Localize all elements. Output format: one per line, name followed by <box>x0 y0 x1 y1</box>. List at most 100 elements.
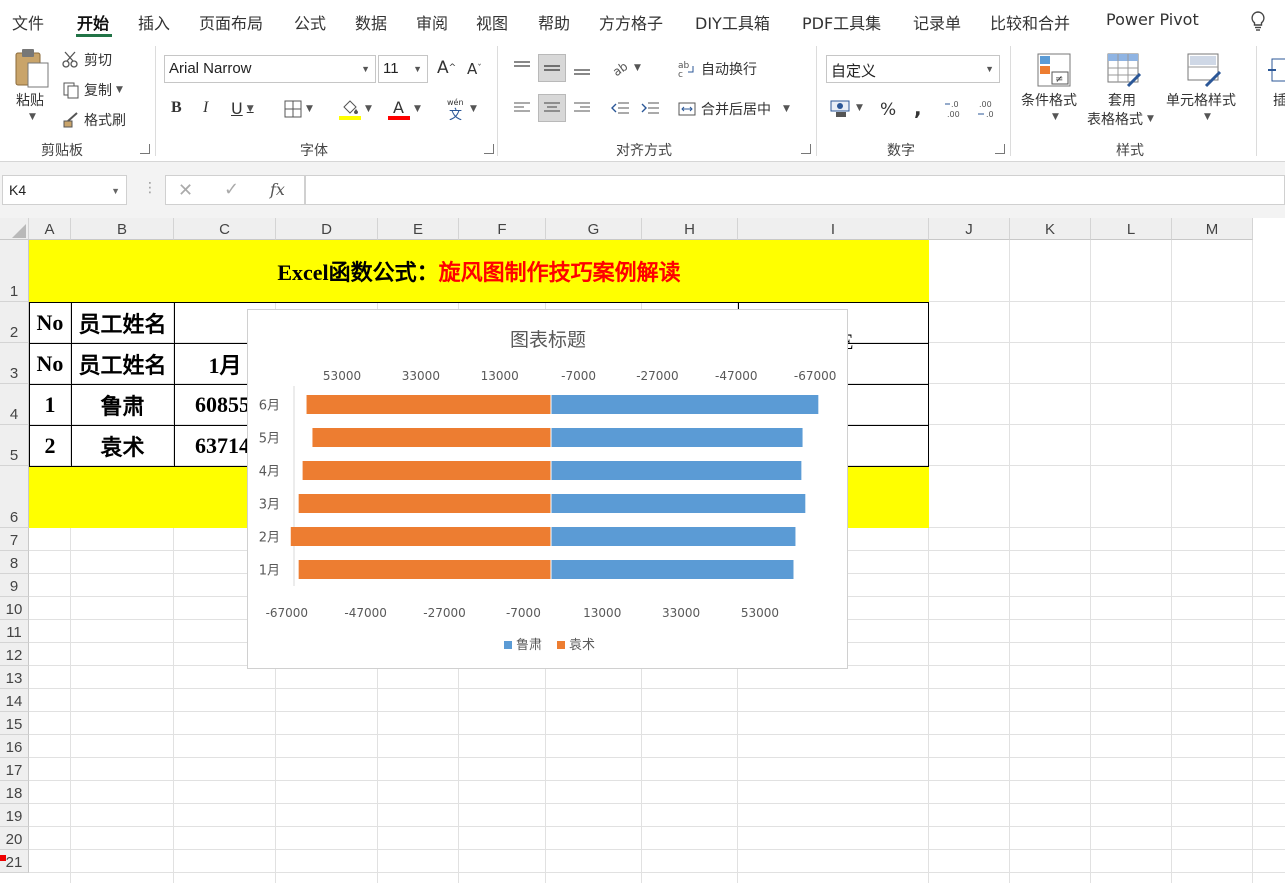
select-all-corner[interactable] <box>0 218 29 240</box>
row-header-14[interactable]: 14 <box>0 689 29 712</box>
number-format-select[interactable]: 自定义 ▼ <box>826 55 1000 83</box>
bar-series1-1[interactable] <box>551 560 794 579</box>
copy-button[interactable]: 复制 ▼ <box>62 80 123 100</box>
conditional-format-icon[interactable]: ≠ <box>1034 50 1074 90</box>
bar-series1-3[interactable] <box>551 494 806 513</box>
number-launcher-icon[interactable] <box>995 144 1005 154</box>
column-header-l[interactable]: L <box>1091 218 1172 240</box>
increase-indent-icon[interactable] <box>636 94 664 122</box>
column-header-i[interactable]: I <box>738 218 929 240</box>
tab-record-form[interactable]: 记录单 <box>913 10 961 34</box>
tab-data[interactable]: 数据 <box>355 10 387 34</box>
row-header-13[interactable]: 13 <box>0 666 29 689</box>
row-header-15[interactable]: 15 <box>0 712 29 735</box>
tab-fangfang[interactable]: 方方格子 <box>599 10 663 34</box>
percent-button[interactable]: % <box>880 100 896 120</box>
bar-series1-4[interactable] <box>551 461 802 480</box>
comma-style-button[interactable]: , <box>914 96 922 120</box>
align-left-icon[interactable] <box>508 94 536 122</box>
tornado-chart[interactable]: 图表标题 53000 33000 13000 -7000 -27000 -47000 -67… <box>247 309 848 669</box>
chevron-down-icon[interactable]: ▼ <box>1204 112 1211 122</box>
cell-a3[interactable]: No <box>29 343 71 384</box>
column-header-d[interactable]: D <box>276 218 378 240</box>
font-size-select[interactable]: 11 ▼ <box>378 55 428 83</box>
conditional-format-button[interactable]: 条件格式 <box>1021 90 1077 110</box>
row-header-12[interactable]: 12 <box>0 643 29 666</box>
cell-b5[interactable]: 袁术 <box>71 425 174 466</box>
font-family-select[interactable]: Arial Narrow ▼ <box>164 55 376 83</box>
decrease-decimal-button[interactable]: .00.0 <box>977 98 999 120</box>
cell-b3[interactable]: 员工姓名 <box>71 343 174 384</box>
tab-formulas[interactable]: 公式 <box>294 10 326 34</box>
bar-series2-2[interactable] <box>290 527 551 546</box>
alignment-launcher-icon[interactable] <box>801 144 811 154</box>
insert-function-icon[interactable]: fx <box>270 180 285 199</box>
column-header-g[interactable]: G <box>546 218 642 240</box>
row-header-19[interactable]: 19 <box>0 804 29 827</box>
column-header-j[interactable]: J <box>929 218 1010 240</box>
legend-label[interactable]: 袁术 <box>569 638 595 653</box>
increase-decimal-button[interactable]: .0.00 <box>945 98 967 120</box>
cancel-icon[interactable]: ✕ <box>178 180 193 201</box>
bar-series1-6[interactable] <box>551 395 819 414</box>
shrink-font-button[interactable]: Aˇ <box>467 60 482 78</box>
tab-review[interactable]: 审阅 <box>416 10 448 34</box>
bold-button[interactable]: B <box>171 99 182 117</box>
align-top-icon[interactable] <box>508 54 536 82</box>
cell-a4[interactable]: 1 <box>29 384 71 425</box>
copy-chevron-down-icon[interactable]: ▼ <box>116 85 123 95</box>
cut-button[interactable]: 剪切 <box>62 50 112 70</box>
check-icon[interactable]: ✓ <box>224 179 239 200</box>
format-as-table-button-line2[interactable]: 表格格式 ▼ <box>1087 109 1154 129</box>
bar-series2-3[interactable] <box>298 494 551 513</box>
align-middle-icon[interactable] <box>538 54 566 82</box>
chevron-down-icon[interactable]: ▼ <box>1052 112 1059 122</box>
bar-series2-1[interactable] <box>298 560 551 579</box>
merge-center-button[interactable]: 合并后居中 ▼ <box>678 99 790 119</box>
tab-pdf-tools[interactable]: PDF工具集 <box>802 10 881 34</box>
cell-styles-button[interactable]: 单元格样式 <box>1166 90 1236 110</box>
bar-series1-5[interactable] <box>551 428 803 447</box>
insert-cells-icon[interactable] <box>1268 52 1285 88</box>
bar-series2-4[interactable] <box>302 461 551 480</box>
cell-i2[interactable]: E <box>840 322 900 362</box>
row-header-20[interactable]: 20 <box>0 827 29 850</box>
row-header-6[interactable]: 6 <box>0 466 29 528</box>
font-launcher-icon[interactable] <box>484 144 494 154</box>
paste-button[interactable]: 粘贴 <box>16 90 44 110</box>
cell-a5[interactable]: 2 <box>29 425 71 466</box>
tab-file[interactable]: 文件 <box>12 10 44 34</box>
sheet-title-cell[interactable]: Excel函数公式： 旋风图制作技巧案例解读 <box>29 240 929 302</box>
fill-color-button[interactable]: ▼ <box>339 97 372 121</box>
tab-view[interactable]: 视图 <box>476 10 508 34</box>
row-header-4[interactable]: 4 <box>0 384 29 425</box>
format-as-table-button[interactable]: 套用 <box>1108 90 1136 110</box>
tab-diy-toolbox[interactable]: DIY工具箱 <box>695 10 770 34</box>
font-color-button[interactable]: A ▼ <box>388 97 421 121</box>
clipboard-launcher-icon[interactable] <box>140 144 150 154</box>
bar-series1-2[interactable] <box>551 527 796 546</box>
decrease-indent-icon[interactable] <box>606 94 634 122</box>
row-header-16[interactable]: 16 <box>0 735 29 758</box>
row-header-8[interactable]: 8 <box>0 551 29 574</box>
cell-styles-icon[interactable] <box>1184 50 1224 90</box>
underline-button[interactable]: U ▼ <box>231 99 254 118</box>
legend-label[interactable]: 鲁肃 <box>516 638 542 653</box>
tab-home[interactable]: 开始 <box>77 10 109 34</box>
name-box[interactable]: K4 ▼ <box>2 175 127 205</box>
paste-icon[interactable] <box>14 46 50 90</box>
orientation-button[interactable]: ab ▼ <box>610 58 641 78</box>
column-header-b[interactable]: B <box>71 218 174 240</box>
row-header-1[interactable]: 1 <box>0 240 29 302</box>
column-header-c[interactable]: C <box>174 218 276 240</box>
align-bottom-icon[interactable] <box>568 54 596 82</box>
row-header-18[interactable]: 18 <box>0 781 29 804</box>
italic-button[interactable]: I <box>203 99 208 117</box>
cell-b4[interactable]: 鲁肃 <box>71 384 174 425</box>
align-center-icon[interactable] <box>538 94 566 122</box>
chart-title[interactable]: 图表标题 <box>510 329 586 351</box>
column-header-e[interactable]: E <box>378 218 459 240</box>
format-painter-button[interactable]: 格式刷 <box>62 110 126 130</box>
grow-font-button[interactable]: A ^ <box>437 58 456 78</box>
tab-power-pivot[interactable]: Power Pivot <box>1106 10 1199 29</box>
